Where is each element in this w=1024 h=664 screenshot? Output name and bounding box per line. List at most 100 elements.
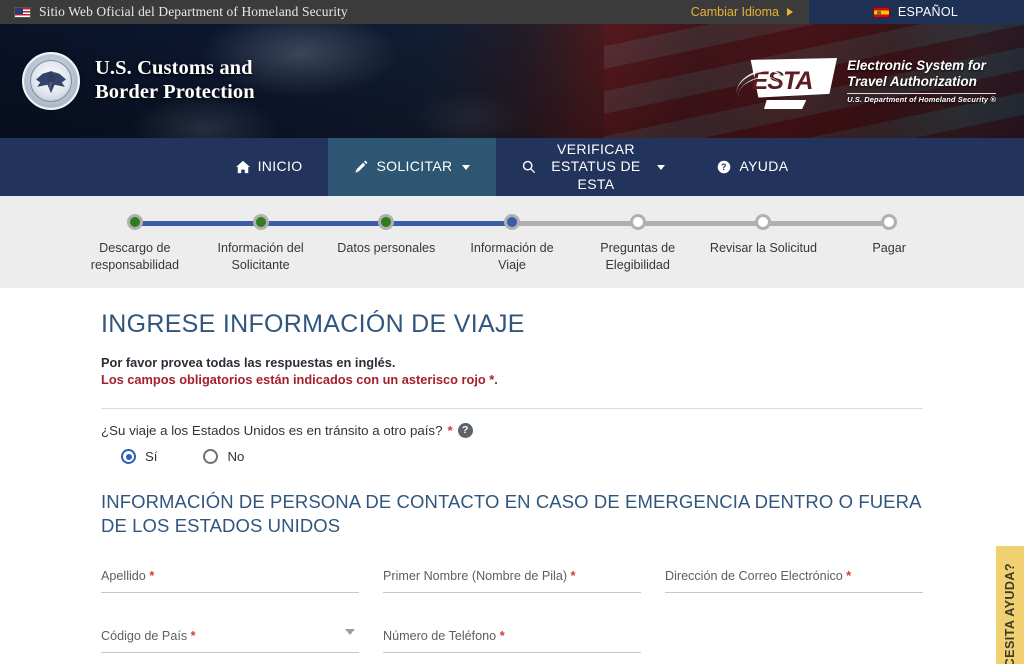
stepper-step-7-label: Pagar [872,241,906,255]
question-circle-icon[interactable]: ? [457,423,473,438]
cbp-logo-lockup[interactable]: U.S. Customs and Border Protection [22,52,255,110]
stepper-step-3-label: Datos personales [337,241,436,255]
stepper-step-5-label: Preguntas de Elegibilidad [600,241,676,272]
nav-item-verificar-estatus[interactable]: VERIFICAR ESTATUS DE ESTA [496,138,691,196]
transit-radio-yes-label: Sí [145,449,158,464]
transit-radio-group: Sí No [101,438,923,464]
nav-item-inicio-label: INICIO [257,158,303,175]
stepper-step-1-label: Descargo de responsabilidad [90,241,179,272]
cbp-agency-line-1: U.S. Customs and [95,57,253,80]
field-correo-electronico-underline [665,591,923,593]
esta-logo-lockup[interactable]: ESTA Electronic System for Travel Author… [733,58,1002,109]
cbp-agency-name: U.S. Customs and Border Protection [95,57,255,105]
nav-item-ayuda[interactable]: ? AYUDA [691,138,814,196]
change-language-button[interactable]: Cambiar Idioma [674,0,809,24]
stepper-connector [637,221,764,226]
transit-radio-no-label: No [227,449,245,464]
emergency-contact-fields-row-1: Apellido * Primer Nombre (Nombre de Pila… [101,569,923,593]
us-flag-icon [14,6,31,18]
dhs-official-text-group: Sitio Web Oficial del Department of Home… [0,0,675,24]
main-navigation: INICIO SOLICITAR VERIFICAR ESTATUS DE ES… [0,138,1024,196]
field-correo-electronico[interactable]: Dirección de Correo Electrónico * [665,569,923,593]
page-title: INGRESE INFORMACIÓN DE VIAJE [101,310,525,338]
esta-tagline: Electronic System for Travel Authorizati… [847,58,996,105]
current-language-label: ESPAÑOL [897,5,959,19]
stepper-dot [378,214,395,230]
required-asterisk: * [499,628,505,643]
need-help-tab[interactable]: ¿NECESITA AYUDA? [996,546,1024,664]
stepper-connector [134,221,261,226]
nav-item-verificar-estatus-label: VERIFICAR ESTATUS DE ESTA [551,140,641,192]
esta-department-line: U.S. Department of Homeland Security ® [847,92,996,104]
nav-item-ayuda-label: AYUDA [739,158,789,175]
field-apellido-underline [101,591,359,593]
note-answer-in-english: Por favor provea todas las respuestas en… [101,355,396,370]
transit-question-text: ¿Su viaje a los Estados Unidos es en trá… [101,423,443,438]
transit-question-label: ¿Su viaje a los Estados Unidos es en trá… [101,423,923,438]
required-asterisk: * [149,568,155,583]
radio-indicator[interactable] [121,449,136,464]
field-correo-electronico-label: Dirección de Correo Electrónico * [665,569,923,583]
stepper-step-4-label: Información de Viaje [470,241,554,272]
stepper-dot [881,214,898,230]
triangle-right-icon [787,8,793,16]
stepper-step-6-label: Revisar la Solicitud [709,241,817,255]
spain-flag-icon [872,6,890,18]
brand-banner: U.S. Customs and Border Protection ESTA … [0,24,1024,138]
dhs-official-text: Sitio Web Oficial del Department of Home… [39,4,348,19]
nav-item-solicitar-label: SOLICITAR [376,158,453,175]
esta-tagline-line-1: Electronic System for [847,57,986,73]
required-asterisk: * [447,423,453,438]
dhs-seal-icon [22,52,80,110]
esta-wordmark-icon: ESTA [733,58,838,109]
field-codigo-de-pais-label-text: Código de País [101,628,188,643]
chevron-down-icon[interactable] [345,628,355,635]
stepper-connector [260,221,387,226]
stepper-dot [504,214,521,230]
field-primer-nombre-underline [383,591,641,593]
field-primer-nombre-label-text: Primer Nombre (Nombre de Pila) [383,568,568,583]
dhs-official-bar: Sitio Web Oficial del Department of Home… [0,0,1024,24]
home-icon [235,160,250,174]
note-required-fields: Los campos obligatorios están indicados … [101,372,498,387]
transit-radio-yes[interactable]: Sí [121,449,157,464]
nav-item-inicio[interactable]: INICIO [210,138,329,196]
need-help-tab-label: ¿NECESITA AYUDA? [1003,563,1017,664]
pencil-icon [354,160,368,174]
nav-item-solicitar[interactable]: SOLICITAR [328,138,497,196]
field-codigo-de-pais-label: Código de País * [101,629,359,643]
stepper-dot [252,214,269,230]
stepper-connector [512,221,638,226]
field-numero-de-telefono[interactable]: Número de Teléfono * [383,629,641,653]
transit-radio-no[interactable]: No [203,449,244,464]
field-numero-de-telefono-underline [383,651,641,653]
question-circle-icon: ? [717,160,731,174]
stepper-step-7[interactable]: Pagar [763,214,952,274]
field-apellido[interactable]: Apellido * [101,569,359,593]
stepper-connector [386,221,513,226]
field-primer-nombre[interactable]: Primer Nombre (Nombre de Pila) * [383,569,641,593]
stepper-dot [126,214,143,230]
field-numero-de-telefono-label: Número de Teléfono * [383,629,641,643]
transit-question-group: ¿Su viaje a los Estados Unidos es en trá… [101,409,923,464]
stepper-step-2-label: Información del Solicitante [217,241,304,272]
current-language-indicator[interactable]: ESPAÑOL [809,0,1024,24]
chevron-down-icon [657,164,666,170]
field-apellido-label-text: Apellido [101,568,146,583]
required-asterisk: * [846,568,852,583]
progress-stepper-bar: Descargo de responsabilidad Información … [0,196,1024,288]
field-codigo-de-pais-underline [101,651,359,653]
required-asterisk: * [190,628,196,643]
field-correo-electronico-label-text: Dirección de Correo Electrónico [665,568,843,583]
field-apellido-label: Apellido * [101,569,359,583]
field-codigo-de-pais[interactable]: Código de País * [101,628,359,653]
search-icon [522,160,536,174]
change-language-label: Cambiar Idioma [690,5,779,19]
radio-indicator[interactable] [203,449,219,464]
chevron-down-icon [462,164,471,170]
emergency-contact-fields-row-2: Código de País * Número de Teléfono * [101,628,923,653]
field-spacer [665,629,923,653]
field-primer-nombre-label: Primer Nombre (Nombre de Pila) * [383,569,641,583]
main-content: INGRESE INFORMACIÓN DE VIAJE Por favor p… [0,288,1024,664]
emergency-contact-section-title: INFORMACIÓN DE PERSONA DE CONTACTO EN CA… [101,491,921,537]
